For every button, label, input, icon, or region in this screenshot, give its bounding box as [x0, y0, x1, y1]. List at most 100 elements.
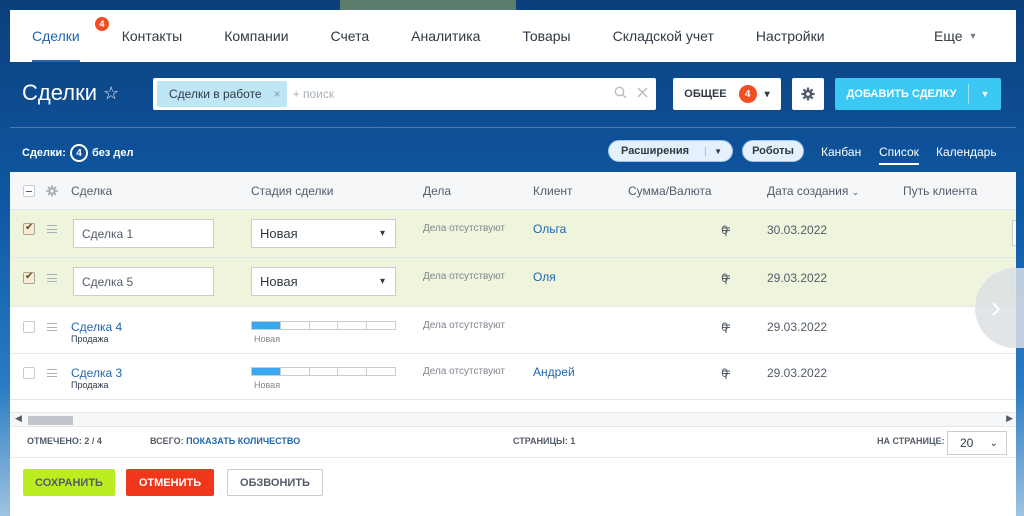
chevron-down-icon: ▾: [379, 276, 385, 287]
drag-handle-icon[interactable]: [47, 274, 57, 282]
scroll-right-icon[interactable]: ▶: [1006, 413, 1013, 424]
search-icon[interactable]: [614, 86, 627, 99]
table-row[interactable]: Сделка 4 Продажа Новая Дела отсутствуют …: [10, 307, 1016, 354]
nav-item-inventory[interactable]: Складской учет: [613, 10, 714, 62]
column-header-tasks[interactable]: Дела: [423, 184, 451, 198]
row-checkbox[interactable]: [23, 321, 35, 333]
tasks-cell: Дела отсутствуют: [423, 271, 505, 282]
table-row[interactable]: Сделка 1 Новая ▾ Дела отсутствуют Ольга …: [10, 210, 1016, 258]
stage-select[interactable]: Новая ▾: [251, 267, 396, 296]
filter-chip-label: Сделки в работе: [169, 87, 262, 101]
general-count-badge: 4: [738, 85, 757, 103]
client-link[interactable]: Андрей: [533, 365, 575, 379]
currency-cell: 〒: [720, 225, 733, 239]
filter-search-box[interactable]: Сделки в работе ×: [153, 78, 656, 110]
stage-progress[interactable]: [251, 321, 396, 330]
nav-item-label: Компании: [224, 28, 289, 44]
deal-name-input[interactable]: Сделка 1: [73, 219, 214, 248]
search-input[interactable]: [292, 87, 593, 101]
view-calendar[interactable]: Календарь: [936, 145, 997, 159]
per-page-label: НА СТРАНИЦЕ:: [877, 436, 945, 446]
extensions-button[interactable]: Расширения ▼: [608, 140, 733, 162]
horizontal-scrollbar[interactable]: ◀ ▶: [10, 412, 1016, 426]
row-checkbox[interactable]: [23, 271, 35, 284]
close-icon[interactable]: ×: [274, 87, 281, 101]
tasks-cell: Дела отсутствуют: [423, 320, 505, 331]
currency-cell: 〒: [720, 322, 733, 336]
nav-item-analytics[interactable]: Аналитика: [411, 10, 480, 62]
stage-select-value: Новая: [260, 274, 298, 289]
client-link[interactable]: Оля: [533, 270, 556, 284]
view-kanban[interactable]: Канбан: [821, 145, 861, 159]
per-page-select[interactable]: 20 ⌄: [947, 431, 1007, 455]
scroll-left-icon[interactable]: ◀: [15, 413, 22, 424]
per-page-value: 20: [960, 436, 974, 450]
stage-select[interactable]: Новая ▾: [251, 219, 396, 248]
deal-name-input[interactable]: Сделка 5: [73, 267, 214, 296]
deal-link[interactable]: Сделка 3: [71, 366, 122, 380]
grid-header: Сделка Стадия сделки Дела Клиент Сумма/В…: [10, 172, 1016, 210]
clear-icon[interactable]: [637, 86, 648, 99]
column-header-sum[interactable]: Сумма/Валюта: [628, 184, 712, 198]
cancel-button[interactable]: ОТМЕНИТЬ: [126, 469, 214, 496]
page-title-text: Сделки: [22, 80, 97, 105]
row-checkbox[interactable]: [23, 367, 35, 379]
robots-button[interactable]: Роботы: [742, 140, 804, 162]
drag-handle-icon[interactable]: [47, 369, 57, 377]
top-nav: Сделки 4 Контакты Компании Счета Аналити…: [10, 10, 1016, 62]
gear-icon: [801, 87, 815, 101]
deal-category: Продажа: [71, 334, 109, 344]
call-button[interactable]: ОБЗВОНИТЬ: [227, 469, 323, 496]
nav-more-button[interactable]: Еще ▾: [934, 10, 976, 62]
drag-handle-icon[interactable]: [47, 323, 57, 331]
nav-item-contacts[interactable]: Контакты: [122, 10, 182, 62]
deals-counter-label: Сделки:: [22, 147, 66, 159]
deals-grid: Сделка Стадия сделки Дела Клиент Сумма/В…: [10, 172, 1016, 426]
page-title: Сделки ☆: [22, 80, 119, 106]
deals-counter-suffix: без дел: [91, 147, 134, 159]
nav-item-invoices[interactable]: Счета: [331, 10, 370, 62]
nav-item-label: Сделки: [32, 28, 80, 44]
add-deal-label: ДОБАВИТЬ СДЕЛКУ: [846, 88, 957, 100]
star-icon[interactable]: ☆: [103, 83, 119, 104]
table-row[interactable]: Сделка 3 Продажа Новая Дела отсутствуют …: [10, 354, 1016, 400]
column-header-date[interactable]: Дата создания ⌄: [767, 184, 859, 198]
chevron-down-icon: ▾: [970, 30, 976, 42]
nav-item-deals[interactable]: Сделки 4: [32, 10, 109, 62]
nav-item-label: Складской учет: [612, 28, 714, 44]
column-header-path[interactable]: Путь клиента: [903, 184, 977, 198]
row-action-edge[interactable]: [1012, 220, 1016, 246]
gear-icon[interactable]: [46, 185, 58, 197]
column-header-stage[interactable]: Стадия сделки: [251, 184, 333, 198]
row-checkbox[interactable]: [23, 222, 35, 235]
deal-link[interactable]: Сделка 4: [71, 320, 122, 334]
deals-counter-badge[interactable]: 4: [69, 144, 88, 162]
nav-item-companies[interactable]: Компании: [224, 10, 288, 62]
nav-item-products[interactable]: Товары: [522, 10, 570, 62]
chevron-down-icon: ▾: [379, 228, 385, 239]
drag-handle-icon[interactable]: [47, 225, 57, 233]
tasks-cell: Дела отсутствуют: [423, 366, 505, 377]
column-header-deal[interactable]: Сделка: [71, 184, 112, 198]
save-button[interactable]: СОХРАНИТЬ: [23, 469, 115, 496]
view-list[interactable]: Список: [879, 145, 919, 165]
currency-cell: 〒: [720, 368, 733, 382]
add-deal-button[interactable]: ДОБАВИТЬ СДЕЛКУ ▼: [835, 78, 1001, 110]
filter-chip[interactable]: Сделки в работе ×: [157, 81, 287, 107]
nav-item-settings[interactable]: Настройки: [756, 10, 825, 62]
general-button[interactable]: ОБЩЕЕ 4 ▾: [673, 78, 781, 110]
show-count-link[interactable]: ПОКАЗАТЬ КОЛИЧЕСТВО: [186, 436, 300, 446]
scrollbar-thumb[interactable]: [28, 416, 73, 425]
crm-app: Сделки 4 Контакты Компании Счета Аналити…: [10, 10, 1016, 516]
settings-button[interactable]: [792, 78, 824, 110]
chevron-down-icon[interactable]: ▼: [969, 89, 1001, 99]
robots-label: Роботы: [752, 145, 794, 157]
stage-progress[interactable]: [251, 367, 396, 376]
table-row[interactable]: Сделка 5 Новая ▾ Дела отсутствуют Оля 0 …: [10, 258, 1016, 307]
select-all-checkbox[interactable]: [23, 185, 35, 197]
chevron-down-icon: ⌄: [989, 437, 998, 449]
deals-counter: Сделки: 4 без дел: [22, 144, 134, 162]
client-link[interactable]: Ольга: [533, 222, 566, 236]
general-label: ОБЩЕЕ: [684, 88, 727, 100]
column-header-client[interactable]: Клиент: [533, 184, 573, 198]
